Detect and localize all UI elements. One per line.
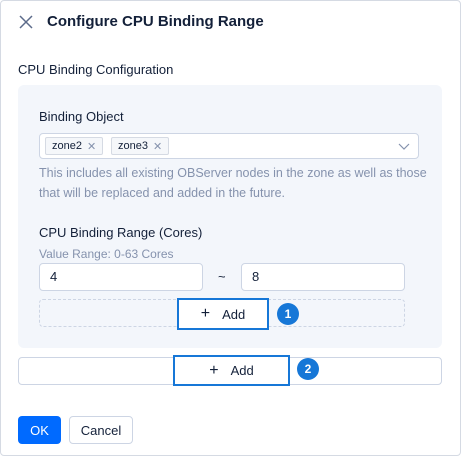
tag-zone3: zone3 ✕	[111, 137, 170, 155]
cancel-button[interactable]: Cancel	[69, 416, 133, 444]
binding-object-label: Binding Object	[39, 109, 124, 124]
cpu-range-label: CPU Binding Range (Cores)	[39, 225, 203, 240]
range-start-input[interactable]: 4	[39, 263, 203, 291]
tag-remove-icon[interactable]: ✕	[87, 140, 96, 153]
binding-panel: Binding Object zone2 ✕ zone3 ✕ This incl…	[18, 85, 442, 348]
dialog-header: Configure CPU Binding Range	[19, 13, 264, 30]
binding-help-text: This includes all existing OBServer node…	[39, 166, 427, 200]
tag-zone2: zone2 ✕	[45, 137, 104, 155]
plus-icon: +	[200, 305, 211, 322]
section-title: CPU Binding Configuration	[18, 62, 174, 77]
add-configuration-button[interactable]: + Add	[173, 355, 290, 386]
configure-cpu-binding-dialog: Configure CPU Binding Range CPU Binding …	[0, 0, 461, 456]
add-range-button[interactable]: + Add	[177, 298, 269, 330]
tag-remove-icon[interactable]: ✕	[153, 140, 162, 153]
range-separator: ~	[218, 269, 226, 284]
ok-button[interactable]: OK	[18, 416, 61, 444]
step-badge-2: 2	[297, 358, 319, 380]
plus-icon: +	[209, 361, 219, 379]
range-end-input[interactable]: 8	[241, 263, 405, 291]
chevron-down-icon[interactable]	[398, 140, 410, 152]
tag-label: zone3	[118, 140, 148, 152]
cpu-range-hint: Value Range: 0-63 Cores	[39, 247, 174, 261]
step-badge-1: 1	[277, 303, 299, 325]
add-configuration-label: Add	[230, 363, 254, 378]
binding-object-select[interactable]: zone2 ✕ zone3 ✕	[39, 133, 419, 159]
dialog-title: Configure CPU Binding Range	[47, 13, 264, 30]
add-range-label: Add	[222, 306, 246, 322]
tag-label: zone2	[52, 140, 82, 152]
close-icon[interactable]	[19, 14, 33, 29]
